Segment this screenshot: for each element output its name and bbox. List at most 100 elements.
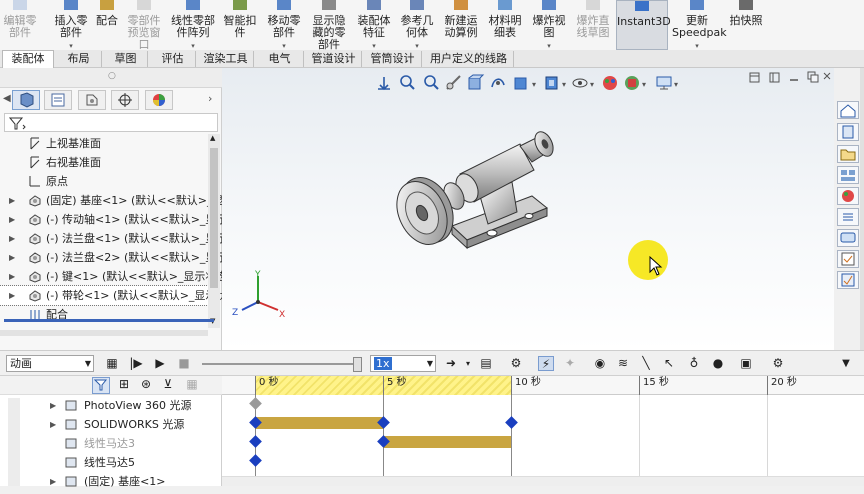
appearances-tab[interactable] xyxy=(837,187,859,205)
study-type-select[interactable]: 动画 ▼ xyxy=(6,355,94,372)
tree-item[interactable]: 右视基准面 xyxy=(0,153,208,172)
expand-arrow-icon[interactable]: ▶ xyxy=(50,396,56,415)
dimxpert-tab[interactable] xyxy=(111,90,139,110)
tab-4[interactable]: 渲染工具 xyxy=(198,51,254,67)
ribbon-edit-component-button[interactable]: 编辑零 部件 xyxy=(0,0,40,50)
expand-arrow-icon[interactable]: ▶ xyxy=(9,191,15,210)
scroll-up-icon[interactable]: ▲ xyxy=(210,134,215,142)
timeline-keyframe[interactable] xyxy=(249,454,262,467)
window-control-icons[interactable] xyxy=(742,68,832,86)
timeline-hscrollbar[interactable] xyxy=(222,476,864,486)
ribbon-explode-line-button[interactable]: 爆炸直 线草图 xyxy=(572,0,614,50)
tree-scroll-thumb[interactable] xyxy=(210,148,218,288)
ribbon-component-preview-button[interactable]: 零部件 预览窗口 xyxy=(124,0,164,51)
tree-item[interactable]: ▶ (-) 传动轴<1> (默认<<默认>_显示 xyxy=(0,210,227,229)
tab-8[interactable]: 用户定义的线路 xyxy=(424,51,514,67)
playback-slider-thumb[interactable] xyxy=(353,357,362,372)
filter-results-icon[interactable]: ⊻ xyxy=(160,377,176,392)
ribbon-mate-button[interactable]: 配合 xyxy=(92,0,122,50)
expand-arrow-icon[interactable]: ▶ xyxy=(9,267,15,286)
playback-mode-icon[interactable]: ➜ xyxy=(443,356,459,371)
animation-wizard-icon[interactable]: ⚙ xyxy=(508,356,524,371)
spring-icon[interactable]: ≋ xyxy=(615,356,631,371)
tree-item[interactable]: ▶ (-) 法兰盘<1> (默认<<默认>_显示 xyxy=(0,229,227,248)
collapse-motion-icon[interactable]: ▼ xyxy=(838,356,854,371)
ribbon-exploded-view-button[interactable]: 爆炸视图 ▾ xyxy=(528,0,570,50)
motion-tree-scrollbar[interactable] xyxy=(8,398,20,486)
tab-6[interactable]: 管道设计 xyxy=(306,51,362,67)
timeline-keyframe[interactable] xyxy=(249,397,262,410)
ribbon-bom-button[interactable]: 材料明 细表 xyxy=(484,0,526,50)
autosize-icon[interactable]: ▦ xyxy=(184,377,200,392)
ribbon-reference-geometry-button[interactable]: 参考几 何体 ▾ xyxy=(396,0,438,50)
stop-icon[interactable]: ■ xyxy=(176,356,192,371)
contact-icon[interactable]: ♁ xyxy=(686,356,702,371)
home-tab[interactable] xyxy=(837,101,859,119)
filter-selected-icon[interactable]: ⊛ xyxy=(138,377,154,392)
expand-arrow-icon[interactable]: ▶ xyxy=(50,472,56,491)
motor-icon[interactable]: ◉ xyxy=(592,356,608,371)
tree-scrollbar[interactable]: ▲ ▼ xyxy=(208,134,220,328)
ribbon-insert-component-button[interactable]: 插入零 部件 ▾ xyxy=(50,0,92,50)
panel-expand-arrow-icon[interactable]: › xyxy=(208,92,212,105)
tools-tab[interactable] xyxy=(837,250,859,268)
rollback-bar[interactable] xyxy=(4,319,214,322)
expand-arrow-icon[interactable]: ▶ xyxy=(9,210,15,229)
display-manager-tab[interactable] xyxy=(145,90,173,110)
tab-1[interactable]: 布局 xyxy=(56,51,102,67)
collapse-left-icon[interactable]: ◀ xyxy=(3,93,11,104)
resources-tab[interactable] xyxy=(837,123,859,141)
tab-5[interactable]: 电气 xyxy=(256,51,304,67)
ribbon-move-component-button[interactable]: 移动零 部件 ▾ xyxy=(262,0,306,50)
task-pane-scroll[interactable] xyxy=(860,68,864,350)
motion-tree-item[interactable]: 线性马达5 xyxy=(22,453,220,472)
timeline-keyframe[interactable] xyxy=(249,435,262,448)
tree-item[interactable]: ▶ (-) 键<1> (默认<<默认>_显示状态 xyxy=(0,267,227,286)
file-explorer-tab[interactable] xyxy=(837,145,859,163)
expand-arrow-icon[interactable]: ▶ xyxy=(9,286,15,305)
tab-2[interactable]: 草图 xyxy=(104,51,148,67)
forum-tab[interactable] xyxy=(837,229,859,247)
view-palette-tab[interactable] xyxy=(837,166,859,184)
save-animation-icon[interactable]: ▤ xyxy=(478,356,494,371)
filter-bar[interactable] xyxy=(4,113,218,132)
tree-item[interactable]: ▶ (-) 带轮<1> (默认<<默认>_显示状 xyxy=(0,285,227,306)
play-icon[interactable]: ▶ xyxy=(152,356,168,371)
autokey-icon[interactable]: ⚡ xyxy=(538,356,554,371)
expand-arrow-icon[interactable]: ▶ xyxy=(50,415,56,434)
panel-grip-icon[interactable]: ○ xyxy=(108,71,116,81)
tab-7[interactable]: 管筒设计 xyxy=(364,51,422,67)
timeline-keyframe[interactable] xyxy=(505,416,518,429)
design-checker-tab[interactable] xyxy=(837,271,859,289)
timeline-change-bar[interactable] xyxy=(383,436,511,448)
custom-properties-tab[interactable] xyxy=(837,208,859,226)
tab-3[interactable]: 评估 xyxy=(150,51,196,67)
calculate-icon[interactable]: ▦ xyxy=(104,356,120,371)
results-plots-icon[interactable]: ▣ xyxy=(738,356,754,371)
motion-tree-item[interactable]: ▶ PhotoView 360 光源 xyxy=(22,396,220,415)
motion-tree-item[interactable]: 线性马达3 xyxy=(22,434,220,453)
ribbon-assembly-features-button[interactable]: 装配体 特征 ▾ xyxy=(354,0,394,50)
ribbon-smart-fasteners-button[interactable]: 智能扣件 xyxy=(220,0,260,50)
play-from-start-icon[interactable]: |▶ xyxy=(128,356,144,371)
study-properties-icon[interactable]: ⚙ xyxy=(770,356,786,371)
playback-mode-dropdown-icon[interactable]: ▾ xyxy=(460,356,476,371)
feature-manager-tab[interactable] xyxy=(12,90,40,110)
motion-tree-item[interactable]: ▶ SOLIDWORKS 光源 xyxy=(22,415,220,434)
motion-timeline[interactable]: 0 秒 5 秒 10 秒 15 秒 20 秒 xyxy=(222,376,864,486)
tree-item[interactable]: 原点 xyxy=(0,172,208,191)
timeline-change-bar[interactable] xyxy=(255,417,383,429)
tree-item[interactable]: 上视基准面 xyxy=(0,134,208,153)
filter-animated-button[interactable] xyxy=(92,377,110,394)
tree-hscrollbar[interactable] xyxy=(0,330,208,336)
configuration-manager-tab[interactable] xyxy=(78,90,106,110)
tree-item[interactable]: ▶ (-) 法兰盘<2> (默认<<默认>_显示 xyxy=(0,248,227,267)
ribbon-show-hidden-button[interactable]: 显示隐 藏的零 部件 xyxy=(308,0,350,51)
motion-tree-item[interactable]: ▶ (固定) 基座<1> xyxy=(22,472,220,491)
damper-icon[interactable]: ╲ xyxy=(638,356,654,371)
ribbon-linear-pattern-button[interactable]: 线性零部 件阵列 ▾ xyxy=(168,0,218,50)
tab-0[interactable]: 装配体 xyxy=(2,50,54,68)
view-toolbar-icons[interactable]: ▾ ▾ ▾ ▾ ▾ xyxy=(372,72,702,94)
ribbon-update-speedpak-button[interactable]: 更新 Speedpak ▾ xyxy=(672,0,727,50)
property-manager-tab[interactable] xyxy=(44,90,72,110)
